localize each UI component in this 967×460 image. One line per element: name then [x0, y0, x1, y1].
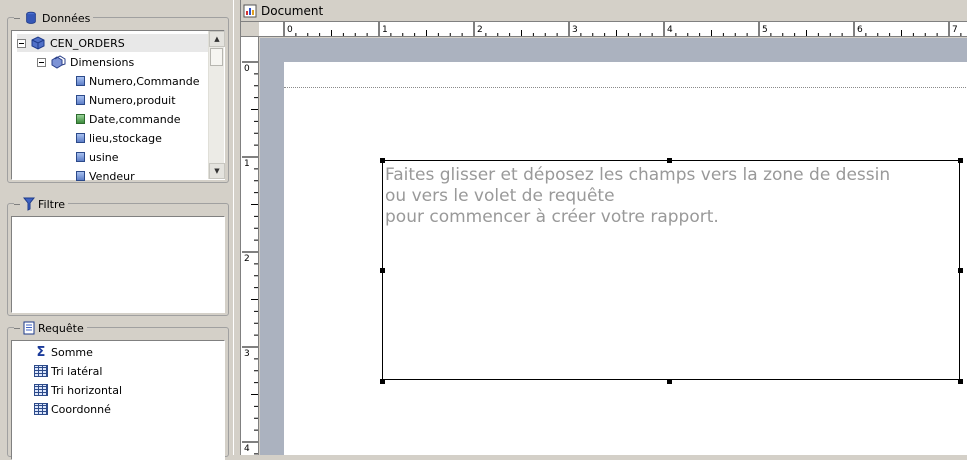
- query-item-coordonne[interactable]: Coordonné: [34, 400, 111, 418]
- ruler-label: 0: [287, 25, 293, 35]
- tree-field-row[interactable]: usine: [76, 148, 119, 166]
- field-label: Date,commande: [89, 112, 181, 126]
- pane-splitter[interactable]: [233, 0, 241, 455]
- scroll-up-button[interactable]: ▲: [209, 31, 225, 47]
- data-panel-header: Données: [14, 9, 94, 27]
- document-header: Document: [241, 0, 967, 21]
- resize-handle-sw[interactable]: [380, 379, 385, 384]
- collapse-icon[interactable]: [37, 57, 46, 67]
- document-title: Document: [261, 3, 324, 18]
- ruler-label: 1: [244, 159, 250, 169]
- ruler-label: 2: [477, 25, 483, 35]
- ruler-label: 7: [952, 25, 958, 35]
- resize-handle-ne[interactable]: [958, 158, 963, 163]
- resize-handle-s[interactable]: [667, 379, 672, 384]
- table-icon: [34, 384, 48, 396]
- sigma-icon: Σ: [36, 344, 46, 360]
- collapse-icon[interactable]: [17, 38, 26, 48]
- query-panel: Requête Σ Somme Tri latéral Tri horizont…: [7, 319, 229, 460]
- design-canvas[interactable]: Faites glisser et déposez les champs ver…: [260, 38, 967, 455]
- page-margin-guide: [284, 87, 967, 88]
- query-item-tri-lateral[interactable]: Tri latéral: [34, 362, 102, 380]
- drop-hint-line: pour commencer à créer votre rapport.: [385, 207, 719, 227]
- ruler-label: 4: [244, 444, 250, 454]
- resize-handle-nw[interactable]: [380, 158, 385, 163]
- tree-field-row[interactable]: Date,commande: [76, 110, 180, 128]
- vertical-ruler-ticks: 0 1 2 3 4: [242, 61, 258, 455]
- data-panel: Données CEN_ORDERS Dimensions Numero,Com…: [7, 9, 229, 183]
- drop-hint-line: Faites glisser et déposez les champs ver…: [385, 165, 891, 185]
- query-item-somme[interactable]: Σ Somme: [34, 343, 93, 361]
- tree-field-row[interactable]: lieu,stockage: [76, 129, 162, 147]
- report-page[interactable]: Faites glisser et déposez les champs ver…: [284, 62, 967, 455]
- query-document-icon: [23, 321, 35, 335]
- field-icon: [76, 152, 85, 162]
- tree-scrollbar[interactable]: ▲ ▼: [208, 31, 225, 179]
- query-panel-header: Requête: [14, 319, 87, 337]
- filter-funnel-icon: [23, 197, 35, 211]
- ruler-label: 3: [244, 349, 250, 359]
- database-icon: [26, 11, 36, 24]
- horizontal-ruler-ticks: 0 1 2 3 4 5 6 7: [283, 22, 962, 36]
- drop-hint: Faites glisser et déposez les champs ver…: [385, 165, 959, 228]
- ruler-label: 2: [244, 254, 250, 264]
- query-item-label: Somme: [51, 345, 93, 359]
- field-icon: [76, 133, 85, 143]
- query-item-label: Coordonné: [51, 402, 111, 416]
- scroll-thumb[interactable]: [210, 48, 223, 66]
- left-pane: Données CEN_ORDERS Dimensions Numero,Com…: [0, 0, 233, 460]
- tree-field-row[interactable]: Vendeur: [76, 167, 135, 185]
- scroll-down-button[interactable]: ▼: [209, 163, 225, 179]
- drop-zone[interactable]: Faites glisser et déposez les champs ver…: [382, 160, 960, 380]
- ruler-label: 5: [762, 25, 768, 35]
- vertical-ruler: 0 1 2 3 4: [241, 37, 259, 455]
- ruler-label: 4: [667, 25, 673, 35]
- drop-hint-line: ou vers le volet de requête: [385, 186, 615, 206]
- data-panel-title: Données: [42, 11, 91, 25]
- ruler-label: 6: [857, 25, 863, 35]
- field-label: Numero,Commande: [89, 74, 200, 88]
- tree-folder-row[interactable]: Dimensions: [37, 53, 134, 71]
- field-icon: [76, 171, 85, 181]
- field-label: lieu,stockage: [89, 131, 162, 145]
- filter-panel: Filtre: [7, 195, 229, 316]
- tree-folder-label: Dimensions: [70, 55, 135, 69]
- query-item-tri-horizontal[interactable]: Tri horizontal: [34, 381, 122, 399]
- date-field-icon: [76, 114, 85, 124]
- query-panel-title: Requête: [38, 321, 84, 335]
- resize-handle-w[interactable]: [380, 268, 385, 273]
- filter-panel-title: Filtre: [38, 197, 66, 211]
- table-icon: [34, 403, 48, 415]
- tree-field-row[interactable]: Numero,Commande: [76, 72, 200, 90]
- ruler-corner: [241, 21, 259, 37]
- tree-root-row[interactable]: CEN_ORDERS: [17, 34, 208, 52]
- resize-handle-se[interactable]: [958, 379, 963, 384]
- ruler-label: 1: [382, 25, 388, 35]
- ruler-label: 3: [572, 25, 578, 35]
- ruler-label: 0: [244, 64, 250, 74]
- query-item-label: Tri horizontal: [51, 383, 123, 397]
- tree-field-row[interactable]: Numero,produit: [76, 91, 176, 109]
- field-icon: [76, 76, 85, 86]
- horizontal-ruler: 0 1 2 3 4 5 6 7: [259, 21, 967, 37]
- resize-handle-n[interactable]: [667, 158, 672, 163]
- field-label: Vendeur: [89, 169, 135, 183]
- resize-handle-e[interactable]: [958, 268, 963, 273]
- query-item-label: Tri latéral: [51, 364, 103, 378]
- field-label: usine: [89, 150, 119, 164]
- cube-icon: [31, 36, 45, 50]
- dimension-icon: [51, 55, 66, 69]
- query-list[interactable]: Σ Somme Tri latéral Tri horizontal Coord…: [11, 340, 225, 460]
- report-document-icon: [243, 4, 257, 17]
- filter-area[interactable]: [11, 216, 225, 313]
- filter-panel-header: Filtre: [14, 195, 69, 213]
- table-icon: [34, 365, 48, 377]
- data-tree[interactable]: CEN_ORDERS Dimensions Numero,Commande Nu…: [11, 30, 225, 183]
- tree-root-label: CEN_ORDERS: [50, 36, 125, 50]
- field-icon: [76, 95, 85, 105]
- field-label: Numero,produit: [89, 93, 176, 107]
